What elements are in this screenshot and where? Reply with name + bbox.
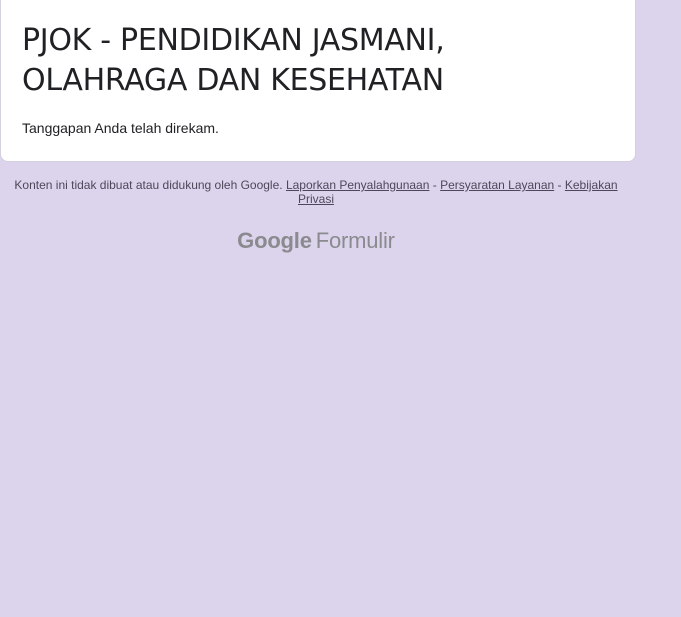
separator: - <box>432 178 437 192</box>
google-wordmark: Google <box>237 228 312 253</box>
product-name: Formulir <box>315 228 395 253</box>
confirmation-message: Tanggapan Anda telah direkam. <box>22 120 219 136</box>
form-card: PJOK - PENDIDIKAN JASMANI, OLAHRAGA DAN … <box>0 0 636 162</box>
form-title: PJOK - PENDIDIKAN JASMANI, OLAHRAGA DAN … <box>22 23 445 98</box>
page: PJOK - PENDIDIKAN JASMANI, OLAHRAGA DAN … <box>0 0 681 617</box>
separator: - <box>557 178 562 192</box>
disclaimer-text: Konten ini tidak dibuat atau didukung ol… <box>14 178 283 192</box>
terms-link[interactable]: Persyaratan Layanan <box>440 178 554 192</box>
footer-disclaimer: Konten ini tidak dibuat atau didukung ol… <box>0 178 632 206</box>
google-forms-logo[interactable]: Google Formulir <box>0 226 632 256</box>
report-abuse-link[interactable]: Laporkan Penyalahgunaan <box>286 178 429 192</box>
